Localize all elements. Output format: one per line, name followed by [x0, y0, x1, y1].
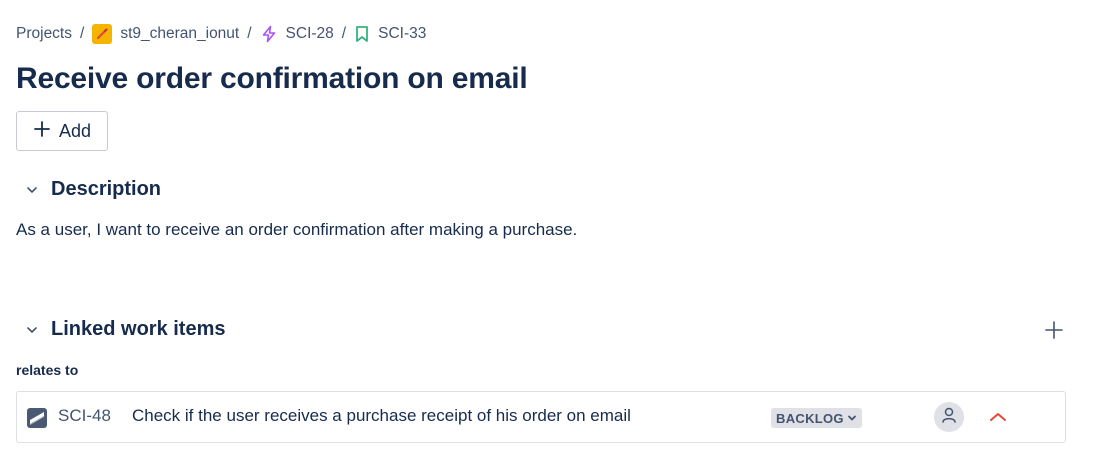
- project-avatar-icon: [92, 24, 113, 44]
- linked-item-key[interactable]: SCI-48: [58, 406, 111, 426]
- linked-items-heading: Linked work items: [51, 318, 226, 340]
- description-text[interactable]: As a user, I want to receive an order co…: [16, 220, 577, 240]
- description-heading: Description: [51, 178, 162, 200]
- assignee-avatar[interactable]: [934, 402, 964, 432]
- linked-item-summary[interactable]: Check if the user receives a purchase re…: [132, 406, 631, 426]
- breadcrumb-separator: /: [247, 25, 252, 42]
- status-dropdown[interactable]: BACKLOG: [771, 408, 862, 428]
- epic-lightning-icon: [260, 25, 278, 43]
- breadcrumb-separator: /: [80, 25, 85, 42]
- add-linked-item-button[interactable]: [1040, 318, 1068, 346]
- add-button[interactable]: Add: [16, 111, 108, 151]
- breadcrumb-story-label: SCI-33: [378, 25, 427, 42]
- breadcrumb-project-label: st9_cheran_ionut: [120, 25, 240, 42]
- breadcrumb-projects[interactable]: Projects: [16, 25, 72, 43]
- breadcrumb-separator: /: [341, 25, 347, 42]
- linked-items-section-toggle[interactable]: Linked work items: [24, 318, 226, 341]
- priority-high-icon[interactable]: [987, 409, 1009, 425]
- description-section-toggle[interactable]: Description: [24, 178, 161, 201]
- relation-label: relates to: [16, 362, 79, 378]
- status-label: BACKLOG: [776, 410, 844, 426]
- breadcrumb: Projects / st9_cheran_ionut / SCI-28 / S…: [16, 22, 426, 46]
- breadcrumb-projects-label: Projects: [16, 25, 72, 42]
- linked-item-row[interactable]: SCI-48 Check if the user receives a purc…: [16, 391, 1066, 443]
- chevron-down-icon: [847, 411, 857, 426]
- chevron-down-icon: [24, 322, 40, 338]
- plus-icon: [33, 120, 51, 143]
- add-button-label: Add: [58, 120, 92, 141]
- chevron-down-icon: [24, 182, 40, 198]
- user-icon: [940, 406, 958, 429]
- breadcrumb-epic-label: SCI-28: [285, 25, 334, 42]
- breadcrumb-project[interactable]: st9_cheran_ionut: [92, 24, 239, 44]
- breadcrumb-epic[interactable]: SCI-28: [260, 25, 334, 43]
- breadcrumb-story[interactable]: SCI-33: [354, 25, 426, 43]
- plus-icon: [1044, 320, 1064, 345]
- page-title[interactable]: Receive order confirmation on email: [16, 62, 528, 96]
- subtask-icon: [27, 408, 47, 428]
- story-bookmark-icon: [354, 25, 370, 43]
